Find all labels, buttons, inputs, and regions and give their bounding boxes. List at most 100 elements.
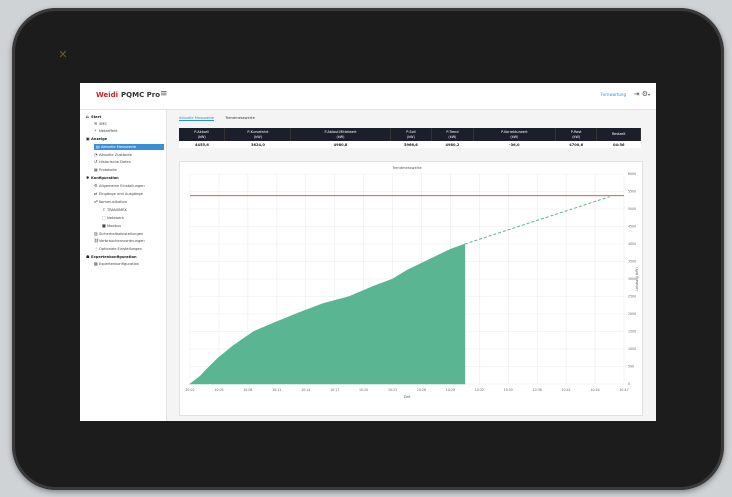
sidebar-item-label: Verbraucherzuordnungen	[99, 239, 145, 243]
kpi-header: P-Kurvefahrt (kW)	[224, 128, 292, 141]
x-tick-label: 10:20	[359, 388, 368, 392]
kpi-value: 5966,6	[390, 141, 432, 148]
sidebar-item-label: Eingänge und Ausgänge	[99, 192, 143, 196]
sidebar-item[interactable]: ☍Kommunikation	[94, 199, 127, 205]
sidebar-item[interactable]: ⚡ Netzeffekt	[94, 128, 118, 134]
sidebar-item-label: Konfiguration	[91, 176, 119, 180]
sidebar-item[interactable]: ▥Sicherheitseinstellungen	[94, 231, 143, 237]
x-tick-label: 10:08	[243, 388, 252, 392]
sidebar-item[interactable]: ⛓Verbraucherzuordnungen	[94, 238, 145, 244]
y-tick-label: 2500	[628, 295, 636, 299]
x-tick-label: 10:47	[619, 388, 628, 392]
trend-chart-panel: Trendmesswerte 10:02 10:05 10:08 10:11 10:14 1…	[179, 161, 643, 416]
kpi-header: Restzeit	[596, 128, 641, 141]
sidebar-item[interactable]: ⬚Netzwerk	[102, 215, 124, 221]
y-tick-label: 5000	[628, 207, 636, 211]
sidebar-item-label: SMS	[99, 122, 107, 126]
top-bar: Weidi PQMC Pro ≡ Fernwartung ⇥ ⚙▾	[80, 83, 656, 110]
camera-icon: ✕	[58, 48, 68, 61]
sidebar-item[interactable]: ▩Expertenkonfiguration	[94, 261, 139, 267]
y-axis-label: Leistung (kW)	[635, 267, 639, 291]
user-link[interactable]: Fernwartung	[601, 92, 626, 97]
sidebar-item-label: Anzeige	[91, 137, 108, 141]
y-tick-label: 4000	[628, 242, 636, 246]
sidebar-item-label: Aktuelle Zustände	[99, 153, 132, 157]
sidebar-item[interactable]: ⋮Optionale Einstellungen	[94, 246, 142, 252]
sidebar-item[interactable]: ⌂ Start	[86, 114, 101, 120]
kpi-value: 4455,6	[179, 141, 225, 148]
x-tick-label: 10:32	[475, 388, 484, 392]
sidebar-item-label: Expertenkonfiguration	[99, 262, 140, 266]
y-tick-label: 4500	[628, 225, 636, 229]
y-tick-label: 1000	[628, 347, 636, 351]
kpi-header: P-Soll (kW)	[390, 128, 433, 141]
sidebar-item-label: Modbus	[107, 224, 122, 228]
app-logo: Weidi PQMC Pro	[96, 91, 160, 99]
sidebar-item-label: Protokolle	[99, 168, 117, 172]
x-tick-label: 10:02	[185, 388, 194, 392]
kpi-table: P-Aktuell (kW) P-Kurvefahrt (kW) P-Ablauf-Mi…	[179, 128, 641, 148]
trend-chart: Trendmesswerte 10:02 10:05 10:08 10:11 10:14 1…	[185, 166, 639, 399]
product-name: PQMC Pro	[121, 91, 161, 99]
sidebar-item-label: Allgemeine Einstellungen	[99, 184, 145, 188]
sidebar-item-label: Aktuelle Messwerte	[101, 145, 137, 149]
chevron-down-icon[interactable]: ▾	[648, 92, 650, 97]
sidebar-item-label: Historische Daten	[99, 160, 132, 164]
sidebar-item-label: Start	[91, 115, 102, 119]
sidebar-item[interactable]: ⇄ Eingänge und Ausgänge	[94, 191, 143, 197]
sidebar-item[interactable]: ■Modbus	[102, 223, 121, 229]
kpi-value: 4700,6	[555, 141, 597, 148]
y-tick-label: 2000	[628, 312, 636, 316]
sidebar-item[interactable]: ⇪ TRANSMEX	[102, 207, 127, 213]
sidebar-item[interactable]: ▦Protokolle	[94, 167, 117, 173]
y-tick-label: 3500	[628, 260, 636, 264]
sidebar-item[interactable]: ▣Anzeige	[86, 136, 107, 142]
sidebar-item[interactable]: ✱ Konfiguration	[86, 175, 119, 181]
sidebar: ⌂ Start ✉ SMS ⚡ Netzeffekt ▣Anzeige ▤Aktuelle M…	[80, 110, 167, 421]
kpi-header: P-Trend (kW)	[431, 128, 474, 141]
signout-icon[interactable]: ⇥	[634, 90, 640, 98]
chart-title: Trendmesswerte	[391, 166, 422, 170]
menu-toggle-icon[interactable]: ≡	[160, 89, 168, 99]
main-content: Aktuelle Messwerte Trendmesswerte P-Aktu…	[167, 110, 656, 421]
sidebar-item[interactable]: ☗Expertenkonfiguration	[86, 254, 137, 260]
kpi-value: 04:56	[596, 141, 641, 148]
sidebar-item[interactable]: ✉ SMS	[94, 121, 107, 127]
sidebar-item[interactable]: ⚙Allgemeine Einstellungen	[94, 183, 145, 189]
sidebar-item-label: TRANSMEX	[107, 208, 127, 212]
kpi-header: P-Korrekturwert (kW)	[473, 128, 556, 141]
sidebar-item[interactable]: ◔ Aktuelle Zustände	[94, 152, 132, 158]
kpi-header: P-Aktuell (kW)	[179, 128, 226, 141]
tab-bar: Aktuelle Messwerte Trendmesswerte	[179, 116, 265, 121]
kpi-header: P-Rest (kW)	[555, 128, 598, 141]
x-tick-label: 10:41	[562, 388, 571, 392]
tab-aktuelle-messwerte[interactable]: Aktuelle Messwerte	[179, 116, 215, 121]
sidebar-item-label: Netzwerk	[107, 216, 124, 220]
kpi-header: P-Ablauf-Mittelwert (kW)	[290, 128, 391, 141]
x-tick-label: 10:05	[214, 388, 223, 392]
sidebar-item-label: Netzeffekt	[99, 129, 118, 133]
y-tick-label: 0	[628, 382, 630, 386]
x-tick-label: 10:44	[590, 388, 599, 392]
sidebar-item-label: Expertenkonfiguration	[91, 255, 137, 259]
sidebar-item-label: Sicherheitseinstellungen	[99, 232, 144, 236]
sidebar-item[interactable]: ▤Aktuelle Messwerte	[94, 144, 164, 150]
x-tick-label: 10:23	[388, 388, 397, 392]
y-tick-label: 5500	[628, 190, 636, 194]
app-screen: Weidi PQMC Pro ≡ Fernwartung ⇥ ⚙▾ ⌂ Start ✉…	[80, 83, 656, 421]
x-tick-label: 10:26	[417, 388, 426, 392]
sidebar-item-label: Kommunikation	[99, 200, 128, 204]
sidebar-item[interactable]: ↺ Historische Daten	[94, 159, 131, 165]
brand-name: Weidi	[96, 91, 119, 99]
tab-trendmesswerte[interactable]: Trendmesswerte	[225, 116, 255, 120]
y-tick-label: 1500	[628, 330, 636, 334]
y-tick-label: 500	[628, 365, 634, 369]
x-tick-label: 10:35	[504, 388, 513, 392]
x-tick-label: 10:29	[446, 388, 455, 392]
sidebar-item-label: Optionale Einstellungen	[99, 247, 142, 251]
x-tick-label: 10:17	[330, 388, 339, 392]
x-tick-label: 10:38	[533, 388, 542, 392]
x-tick-label: 10:11	[272, 388, 281, 392]
kpi-value: 4980,2	[431, 141, 474, 148]
x-tick-label: 10:14	[301, 388, 310, 392]
